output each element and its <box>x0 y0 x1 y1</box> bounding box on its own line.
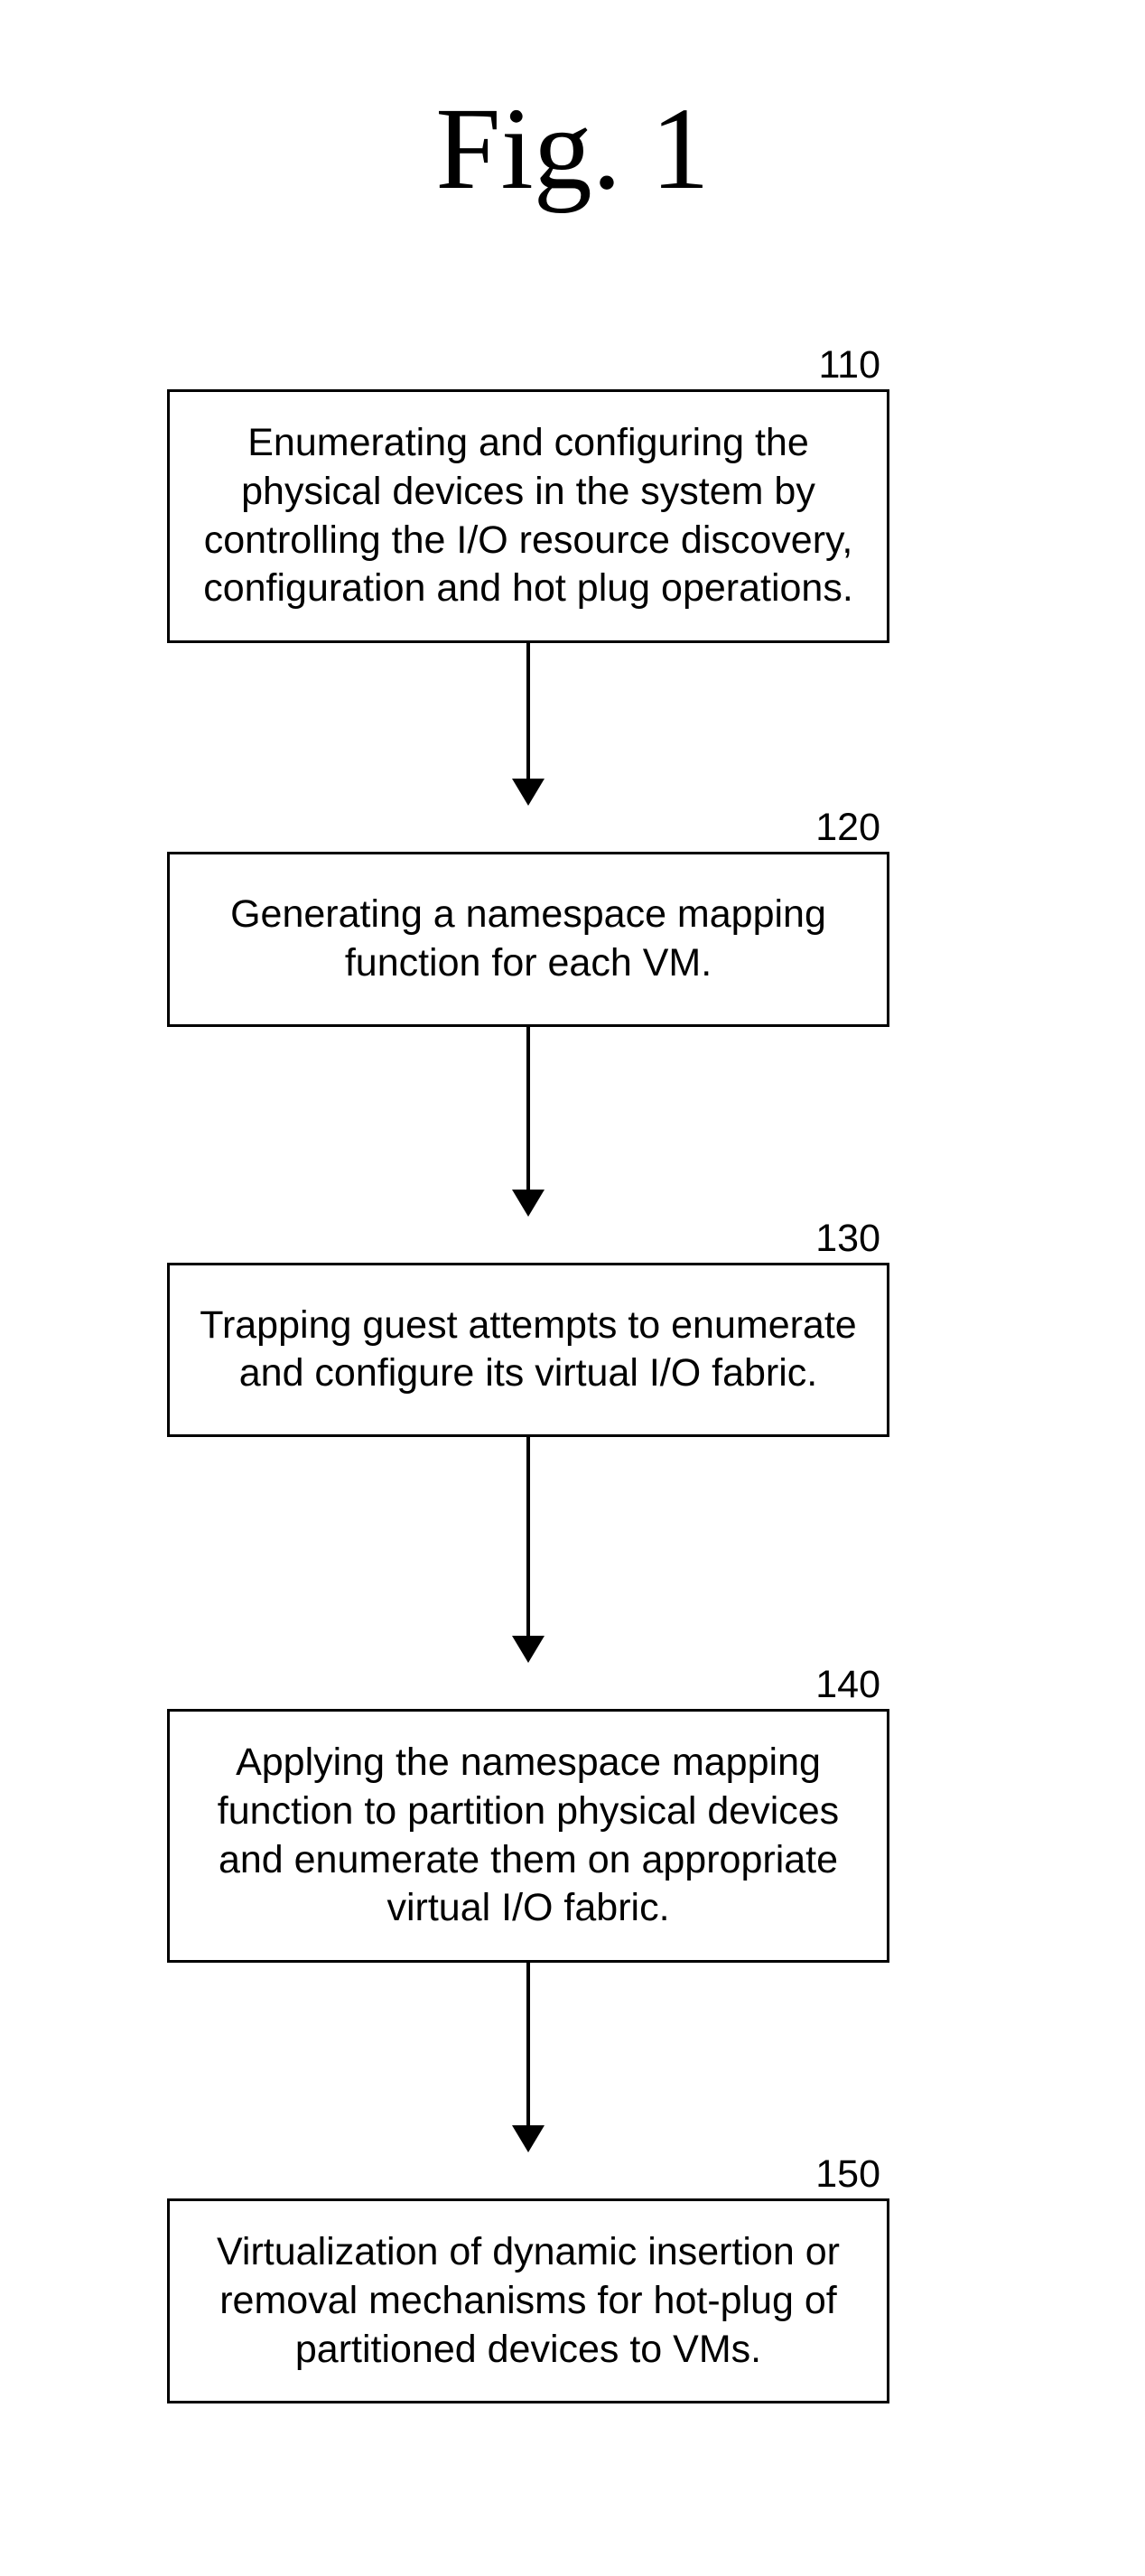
arrow-stem <box>526 643 530 779</box>
arrow-head-icon <box>512 2125 545 2152</box>
arrow-head-icon <box>512 779 545 806</box>
step-box-140: Applying the namespace mapping function … <box>167 1709 889 1963</box>
arrow-head-icon <box>512 1636 545 1663</box>
step-box-130: Trapping guest attempts to enumerate and… <box>167 1263 889 1438</box>
figure-title: Fig. 1 <box>0 81 1145 217</box>
step-box-110: Enumerating and configuring the physical… <box>167 389 889 643</box>
arrow-head-icon <box>512 1190 545 1217</box>
step-label-130: 130 <box>167 1217 889 1261</box>
arrow-stem <box>526 1437 530 1636</box>
arrow-120-130 <box>167 1027 889 1217</box>
step-box-120: Generating a namespace mapping function … <box>167 852 889 1027</box>
arrow-110-120 <box>167 643 889 806</box>
step-label-140: 140 <box>167 1663 889 1707</box>
step-box-150: Virtualization of dynamic insertion or r… <box>167 2198 889 2403</box>
flowchart-column: 110 Enumerating and configuring the phys… <box>167 343 889 2403</box>
arrow-140-150 <box>167 1963 889 2152</box>
step-label-110: 110 <box>167 343 889 387</box>
arrow-stem <box>526 1963 530 2125</box>
step-label-120: 120 <box>167 806 889 850</box>
figure-page: Fig. 1 110 Enumerating and configuring t… <box>0 0 1145 2576</box>
step-label-150: 150 <box>167 2152 889 2197</box>
arrow-stem <box>526 1027 530 1190</box>
arrow-130-140 <box>167 1437 889 1663</box>
